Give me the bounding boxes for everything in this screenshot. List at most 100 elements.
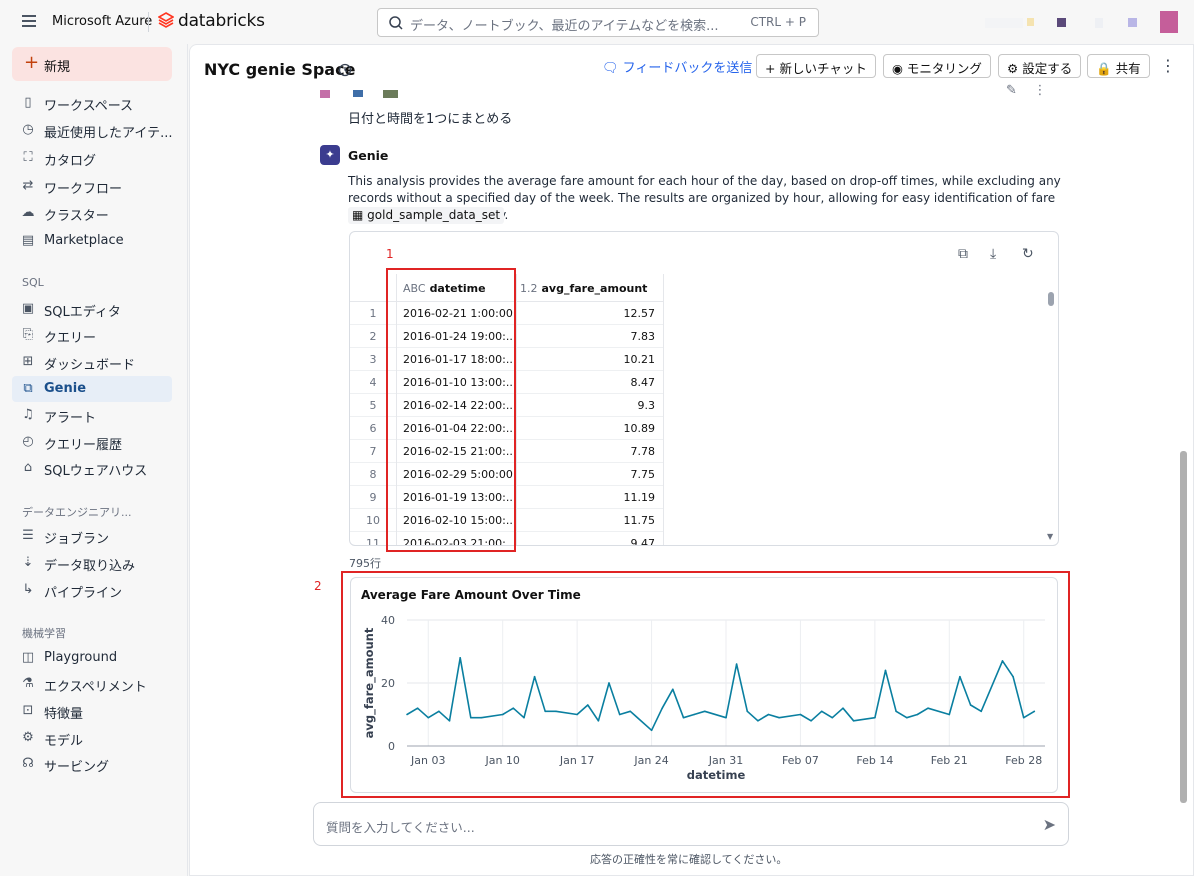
- top-bar: Microsoft Azure databricks データ、ノートブック、最近…: [0, 0, 1194, 44]
- question-placeholder: 質問を入力してください...: [326, 820, 475, 835]
- sql-editor-icon: ▣: [21, 301, 35, 316]
- brand-microsoft-azure[interactable]: Microsoft Azure: [52, 14, 152, 29]
- serving-icon: ☊: [22, 756, 34, 771]
- annotation-label-2: 2: [314, 579, 322, 593]
- sidebar-item-label: Marketplace: [44, 233, 124, 248]
- sidebar-item-label: Genie: [44, 381, 87, 396]
- sidebar-item-workspace[interactable]: ▯ ワークスペース: [12, 90, 172, 116]
- sidebar-item-catalog[interactable]: ⛶ カタログ: [12, 145, 172, 171]
- catalog-icon: ⛶: [23, 150, 33, 165]
- copy-icon[interactable]: ⧉: [958, 246, 968, 262]
- results-actions: ⧉ ⤓ ↻: [958, 246, 1044, 264]
- sidebar-item-dashboards[interactable]: ⊞ ダッシュボード: [12, 349, 172, 375]
- sidebar: + 新規 ▯ ワークスペース ◷ 最近使用したアイテ... ⛶ カタログ ⇄ ワークフロ…: [0, 44, 188, 876]
- sidebar-item-recents[interactable]: ◷ 最近使用したアイテ...: [12, 117, 172, 143]
- sidebar-item-experiments[interactable]: ⚗ エクスペリメント: [12, 671, 172, 697]
- cell-avg-fare: 9.47: [630, 537, 656, 546]
- message-actions[interactable]: ✎ ⋮: [1006, 83, 1046, 98]
- menu-icon[interactable]: [22, 15, 36, 27]
- cell-avg-fare: 11.75: [623, 514, 656, 527]
- cell-avg-fare: 10.89: [623, 422, 656, 435]
- sidebar-item-pipelines[interactable]: ↳ パイプライン: [12, 577, 172, 603]
- sidebar-item-features[interactable]: ⊡ 特徴量: [12, 698, 172, 724]
- disclaimer: 応答の正確性を常に確認してください。: [590, 853, 788, 866]
- genie-icon: ⧉: [23, 381, 33, 396]
- question-input[interactable]: 質問を入力してください... ➤: [313, 802, 1069, 846]
- main-scrollbar[interactable]: [1180, 451, 1187, 803]
- new-button[interactable]: + 新規: [12, 47, 172, 81]
- history-icon[interactable]: [338, 63, 352, 77]
- column-divider: [663, 274, 664, 545]
- sidebar-item-playground[interactable]: ◫ Playground: [12, 645, 172, 671]
- sidebar-item-label: ダッシュボード: [44, 358, 136, 373]
- plus-icon: +: [24, 52, 40, 73]
- sidebar-item-clusters[interactable]: ☁ クラスター: [12, 200, 172, 226]
- cell-avg-fare: 12.57: [623, 307, 656, 320]
- sidebar-item-alerts[interactable]: ♫ アラート: [12, 402, 172, 428]
- sidebar-item-workflows[interactable]: ⇄ ワークフロー: [12, 173, 172, 199]
- download-icon[interactable]: ⤓: [990, 246, 996, 262]
- sidebar-item-data-ingestion[interactable]: ⇣ データ取り込み: [12, 550, 172, 576]
- sidebar-item-label: カタログ: [44, 154, 97, 169]
- table-icon: ▦: [352, 208, 364, 222]
- more-options-icon[interactable]: ⋮: [1160, 56, 1176, 75]
- search-shortcut: CTRL + P: [750, 15, 806, 29]
- edit-icon[interactable]: ✎: [1006, 83, 1017, 98]
- share-button[interactable]: 🔒 共有: [1087, 54, 1150, 78]
- search-icon: [389, 16, 403, 30]
- table-reference-chip[interactable]: ▦ gold_sample_data_set: [348, 207, 505, 224]
- sidebar-item-label: 最近使用したアイテ...: [44, 126, 173, 141]
- section-label-sql: SQL: [22, 276, 44, 289]
- new-chat-label: 新しいチャット: [779, 61, 867, 76]
- sidebar-item-marketplace[interactable]: ▤ Marketplace: [12, 228, 172, 254]
- new-chat-button[interactable]: + 新しいチャット: [756, 54, 876, 78]
- flask-icon: ⚗: [22, 676, 34, 691]
- query-icon: ⎘: [22, 327, 34, 342]
- table-scroll-thumb[interactable]: [1048, 292, 1054, 306]
- eye-icon: ◉: [892, 61, 903, 76]
- brand-databricks[interactable]: databricks: [158, 11, 265, 31]
- search-box[interactable]: データ、ノートブック、最近のアイテムなどを検索... CTRL + P: [377, 8, 819, 37]
- sidebar-item-sql-warehouses[interactable]: ⌂ SQLウェアハウス: [12, 455, 172, 481]
- workflow-icon: ⇄: [22, 178, 34, 193]
- feature-icon: ⊡: [22, 703, 34, 718]
- table-scrollbar[interactable]: ▼: [1047, 288, 1055, 541]
- scroll-down-arrow-icon[interactable]: ▼: [1047, 532, 1053, 541]
- refresh-icon[interactable]: ↻: [1022, 246, 1034, 262]
- cell-avg-fare: 10.21: [623, 353, 656, 366]
- ingest-icon: ⇣: [22, 555, 34, 570]
- warehouse-icon: ⌂: [23, 460, 33, 475]
- more-icon[interactable]: ⋮: [1033, 83, 1046, 98]
- pipeline-icon: ↳: [22, 582, 34, 597]
- brand-databricks-text: databricks: [178, 11, 265, 31]
- sidebar-item-label: SQLエディタ: [44, 305, 121, 320]
- column-header-avg-fare[interactable]: 1.2 avg_fare_amount: [520, 282, 647, 295]
- settings-button[interactable]: ⚙ 設定する: [998, 54, 1082, 78]
- sidebar-item-label: SQLウェアハウス: [44, 464, 148, 479]
- sidebar-item-serving[interactable]: ☊ サービング: [12, 751, 172, 777]
- column-divider: [516, 274, 517, 545]
- sidebar-item-models[interactable]: ⚙ モデル: [12, 725, 172, 751]
- section-label-data-engineering: データエンジニアリ...: [22, 506, 132, 519]
- sidebar-item-label: アラート: [44, 411, 97, 426]
- sidebar-item-label: Playground: [44, 650, 118, 665]
- cell-avg-fare: 7.75: [630, 468, 656, 481]
- search-placeholder: データ、ノートブック、最近のアイテムなどを検索...: [410, 19, 719, 34]
- dashboard-icon: ⊞: [22, 354, 34, 369]
- monitoring-button[interactable]: ◉ モニタリング: [883, 54, 991, 78]
- assistant-name: Genie: [348, 148, 389, 163]
- share-label: 共有: [1115, 61, 1141, 76]
- sidebar-item-query-history[interactable]: ◴ クエリー履歴: [12, 429, 172, 455]
- brand-divider: [148, 12, 149, 32]
- sidebar-item-genie[interactable]: ⧉ Genie: [12, 376, 172, 402]
- sidebar-item-queries[interactable]: ⎘ クエリー: [12, 322, 172, 348]
- folder-icon: ▯: [24, 95, 32, 110]
- sidebar-item-job-runs[interactable]: ☰ ジョブラン: [12, 523, 172, 549]
- databricks-logo-icon: [158, 12, 174, 28]
- number-type-icon: 1.2: [520, 282, 538, 295]
- sidebar-item-sql-editor[interactable]: ▣ SQLエディタ: [12, 296, 172, 322]
- sidebar-item-label: サービング: [44, 760, 110, 775]
- send-icon[interactable]: ➤: [1043, 815, 1056, 834]
- feedback-link[interactable]: 🗨 フィードバックを送信: [602, 57, 752, 76]
- settings-label: 設定する: [1022, 61, 1073, 76]
